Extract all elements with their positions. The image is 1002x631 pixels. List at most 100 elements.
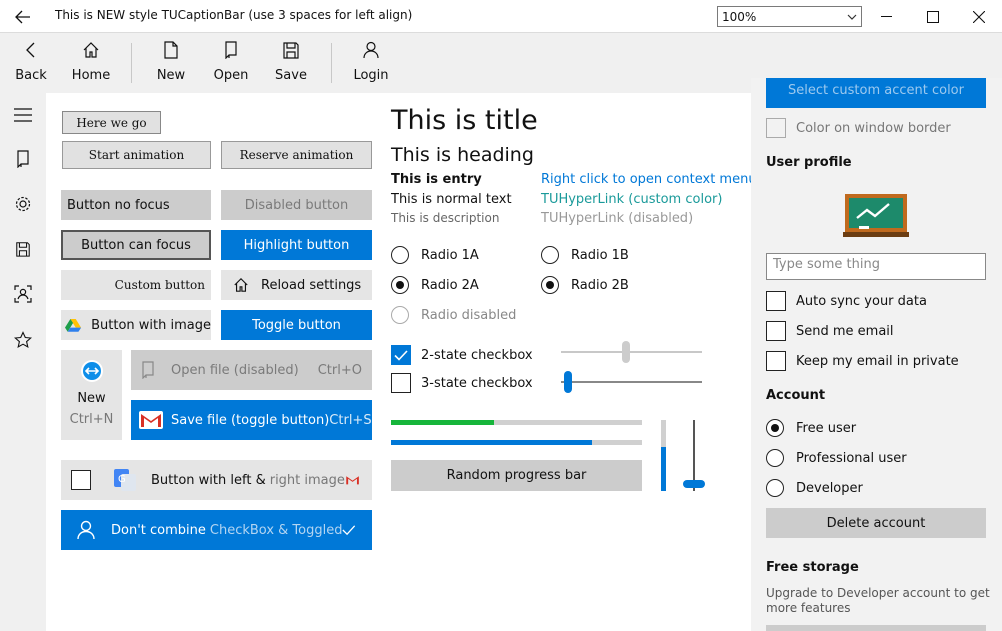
- save-icon: [283, 42, 299, 59]
- description-text: This is description: [391, 211, 500, 225]
- nav-favorite-button[interactable]: [12, 329, 34, 351]
- toolbar-separator: [131, 43, 132, 83]
- vertical-slider-thumb[interactable]: [683, 479, 705, 488]
- keep-private-label: Keep my email in private: [796, 353, 959, 369]
- developer-radio[interactable]: Developer: [766, 479, 863, 497]
- account-heading: Account: [766, 388, 826, 403]
- open-file-icon: [225, 41, 237, 59]
- toolbar-login-button[interactable]: Login: [348, 33, 394, 91]
- toolbar-open-button[interactable]: Open: [208, 33, 254, 91]
- professional-user-radio[interactable]: Professional user: [766, 449, 907, 467]
- hyperlink-custom-color[interactable]: TUHyperLink (custom color): [541, 192, 722, 207]
- zoom-select[interactable]: 100%: [717, 6, 862, 27]
- upgrade-text-line-1: Upgrade to Developer account to get: [766, 586, 990, 600]
- open-file-icon: [142, 361, 154, 379]
- vertical-progress-fill: [661, 446, 666, 491]
- toolbar-home-label: Home: [71, 68, 111, 83]
- two-state-checkbox-label: 2-state checkbox: [421, 347, 533, 363]
- left-checkbox[interactable]: [71, 470, 91, 490]
- new-tile-shortcut: Ctrl+N: [69, 412, 114, 427]
- color-border-label: Color on window border: [796, 120, 951, 136]
- radio-1a-circle[interactable]: [391, 246, 409, 264]
- radio-disabled-circle: [391, 306, 409, 324]
- keep-private-checkbox[interactable]: Keep my email in private: [766, 351, 959, 371]
- auto-sync-checkbox[interactable]: Auto sync your data: [766, 291, 927, 311]
- toolbar-new-button[interactable]: New: [148, 33, 194, 91]
- radio-2b[interactable]: Radio 2B: [541, 276, 629, 294]
- maximize-button[interactable]: [910, 0, 956, 33]
- type-something-placeholder: Type some thing: [773, 257, 880, 272]
- save-file-toggle-button[interactable]: Save file (toggle button) Ctrl+S: [131, 400, 372, 440]
- type-something-input[interactable]: Type some thing: [766, 253, 986, 280]
- upgrade-text: Upgrade to Developer account to get more…: [766, 586, 990, 616]
- maximize-icon: [927, 10, 939, 23]
- developer-label: Developer: [796, 480, 863, 496]
- color-border-checkbox: Color on window border: [766, 118, 951, 138]
- two-state-checkbox-box[interactable]: [391, 345, 411, 365]
- button-with-image-label: Button with image: [91, 317, 211, 333]
- radio-2a[interactable]: Radio 2A: [391, 276, 479, 294]
- three-state-checkbox-box[interactable]: [391, 373, 411, 393]
- toolbar-back-button[interactable]: Back: [8, 33, 54, 91]
- new-tile-button[interactable]: New Ctrl+N: [61, 350, 122, 440]
- radio-1b[interactable]: Radio 1B: [541, 246, 629, 264]
- button-can-focus[interactable]: Button can focus: [61, 230, 211, 260]
- teamviewer-icon: [80, 360, 103, 382]
- free-user-radio-circle[interactable]: [766, 419, 784, 437]
- dont-combine-button[interactable]: Don't combine CheckBox & Toggled: [61, 510, 372, 550]
- reload-settings-button[interactable]: Reload settings: [221, 270, 372, 300]
- horizontal-slider-1[interactable]: [561, 341, 702, 363]
- vertical-slider[interactable]: [683, 420, 705, 491]
- new-tile-label: New: [77, 391, 106, 406]
- close-button[interactable]: [956, 0, 1002, 33]
- button-with-left-right-image[interactable]: G Button with left & right image: [61, 460, 372, 500]
- home-icon: [83, 42, 99, 58]
- radio-2a-circle[interactable]: [391, 276, 409, 294]
- chevron-down-icon: [847, 14, 857, 20]
- button-no-focus[interactable]: Button no focus: [61, 190, 211, 220]
- toolbar-back-label: Back: [15, 68, 47, 83]
- page-title: This is title: [391, 105, 538, 136]
- select-accent-color-button[interactable]: Select custom accent color: [766, 78, 986, 108]
- back-arrow-button[interactable]: [0, 0, 46, 33]
- user-icon: [363, 41, 379, 59]
- developer-radio-circle[interactable]: [766, 479, 784, 497]
- two-state-checkbox[interactable]: 2-state checkbox: [391, 345, 533, 365]
- toolbar-save-button[interactable]: Save: [268, 33, 314, 91]
- random-progress-button[interactable]: Random progress bar: [391, 460, 642, 491]
- professional-user-radio-circle[interactable]: [766, 449, 784, 467]
- delete-account-button[interactable]: Delete account: [766, 508, 986, 538]
- toggle-button[interactable]: Toggle button: [221, 310, 372, 340]
- radio-1a[interactable]: Radio 1A: [391, 246, 479, 264]
- radio-1b-circle[interactable]: [541, 246, 559, 264]
- send-email-checkbox[interactable]: Send me email: [766, 321, 894, 341]
- hamburger-menu-button[interactable]: [12, 104, 34, 126]
- toolbar-home-button[interactable]: Home: [66, 33, 116, 91]
- google-drive-icon: [65, 318, 82, 332]
- dont-combine-label-light: CheckBox & Toggled: [209, 522, 343, 538]
- context-menu-link[interactable]: Right click to open context menu: [541, 172, 757, 187]
- nav-settings-button[interactable]: [12, 193, 34, 215]
- slider-1-thumb[interactable]: [622, 341, 631, 363]
- toolbar-login-label: Login: [353, 68, 389, 83]
- button-with-image[interactable]: Button with image: [61, 310, 211, 340]
- horizontal-slider-2[interactable]: [561, 371, 702, 393]
- start-animation-button[interactable]: Start animation: [62, 141, 211, 169]
- nav-contact-button[interactable]: [12, 283, 34, 305]
- toolbar-save-label: Save: [275, 68, 307, 83]
- send-email-checkbox-box[interactable]: [766, 321, 786, 341]
- nav-save-button[interactable]: [12, 238, 34, 260]
- three-state-checkbox[interactable]: 3-state checkbox: [391, 373, 533, 393]
- auto-sync-checkbox-box[interactable]: [766, 291, 786, 311]
- highlight-button[interactable]: Highlight button: [221, 230, 372, 260]
- radio-2b-circle[interactable]: [541, 276, 559, 294]
- keep-private-checkbox-box[interactable]: [766, 351, 786, 371]
- here-we-go-button[interactable]: Here we go: [62, 111, 161, 134]
- minimize-icon: [881, 15, 892, 17]
- slider-2-thumb[interactable]: [563, 371, 572, 393]
- custom-button[interactable]: Custom button: [61, 270, 211, 300]
- reserve-animation-button[interactable]: Reserve animation: [221, 141, 372, 169]
- free-user-radio[interactable]: Free user: [766, 419, 856, 437]
- minimize-button[interactable]: [864, 0, 910, 33]
- nav-document-button[interactable]: [12, 148, 34, 170]
